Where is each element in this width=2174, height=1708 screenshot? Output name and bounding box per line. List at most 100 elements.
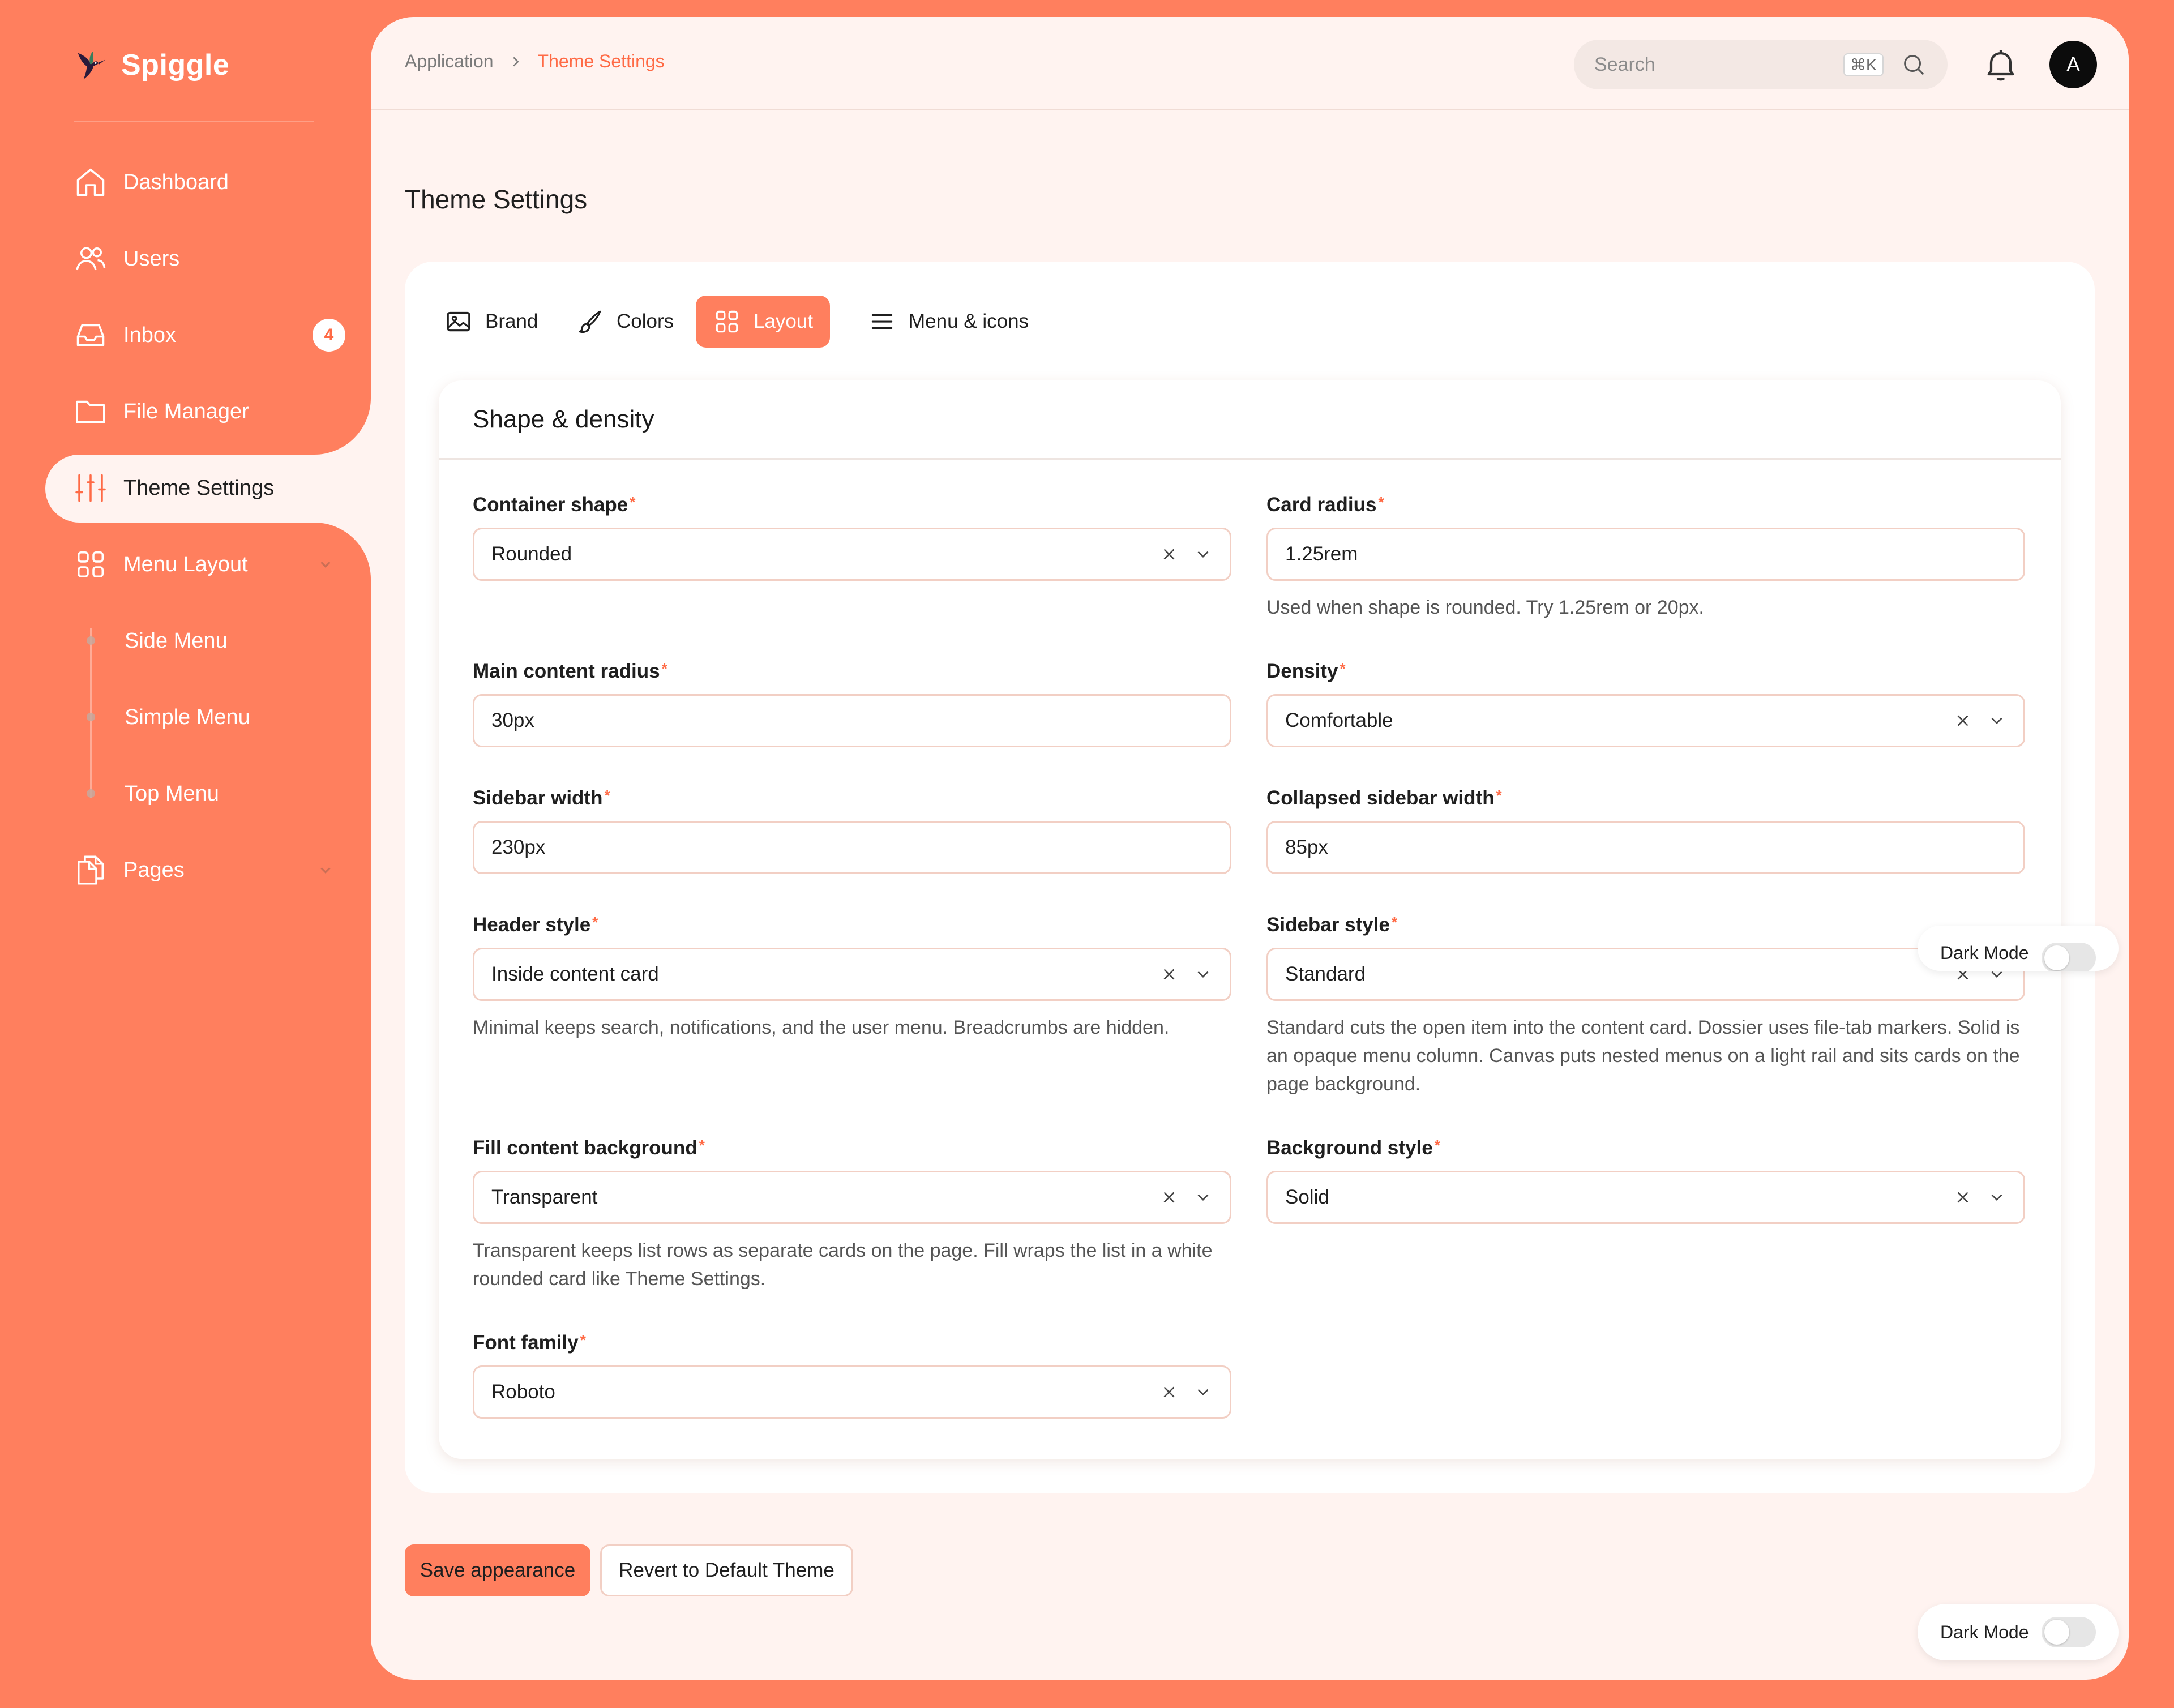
search-input[interactable] bbox=[1594, 53, 1843, 76]
users-icon bbox=[74, 242, 108, 276]
density-select[interactable]: Comfortable bbox=[1266, 694, 2025, 747]
required-marker: * bbox=[592, 914, 598, 931]
brush-icon bbox=[579, 310, 601, 333]
sidebar-style-label: Sidebar style bbox=[1266, 914, 1390, 936]
chevron-down-icon[interactable] bbox=[317, 556, 334, 573]
select-value: Roboto bbox=[491, 1381, 555, 1403]
main-content-radius-label: Main content radius bbox=[473, 660, 660, 682]
required-marker: * bbox=[699, 1137, 705, 1154]
section-title: Shape & density bbox=[439, 380, 2061, 460]
dark-mode-label: Dark Mode bbox=[1940, 1621, 2029, 1642]
card-radius-help: Used when shape is rounded. Try 1.25rem … bbox=[1266, 597, 1704, 618]
clear-icon[interactable] bbox=[1159, 545, 1179, 564]
clear-icon[interactable] bbox=[1953, 1188, 1972, 1207]
font-family-label: Font family bbox=[473, 1332, 579, 1354]
fill-content-background-select[interactable]: Transparent bbox=[473, 1171, 1231, 1224]
clear-icon[interactable] bbox=[1159, 1188, 1179, 1207]
clear-icon[interactable] bbox=[1159, 965, 1179, 984]
sidebar-width-label: Sidebar width bbox=[473, 787, 603, 809]
search-shortcut-badge: ⌘K bbox=[1843, 53, 1884, 76]
required-marker: * bbox=[580, 1332, 586, 1349]
save-appearance-button[interactable]: Save appearance bbox=[405, 1544, 590, 1596]
container-shape-select[interactable]: Rounded bbox=[473, 528, 1231, 581]
select-value: Transparent bbox=[491, 1186, 598, 1208]
clear-icon[interactable] bbox=[1953, 711, 1972, 730]
required-marker: * bbox=[1378, 494, 1384, 511]
chevron-down-icon[interactable] bbox=[1193, 1188, 1213, 1207]
breadcrumb-root[interactable]: Application bbox=[405, 51, 494, 72]
header-style-label: Header style bbox=[473, 914, 591, 936]
tab-colors[interactable]: Colors bbox=[559, 296, 691, 348]
chevron-down-icon[interactable] bbox=[1987, 1188, 2006, 1207]
header-style-field: Header style * Inside content card Minima… bbox=[473, 914, 1231, 1042]
search-icon[interactable] bbox=[1901, 52, 1927, 78]
sidebar-style-help: Standard cuts the open item into the con… bbox=[1266, 1017, 2020, 1095]
tab-label: Menu & icons bbox=[909, 310, 1029, 332]
chevron-down-icon[interactable] bbox=[1987, 711, 2006, 730]
sidebar-style-select[interactable]: Standard bbox=[1266, 948, 2025, 1001]
header-style-help: Minimal keeps search, notifications, and… bbox=[473, 1017, 1170, 1038]
inbox-icon bbox=[74, 318, 108, 352]
main-content-radius-input[interactable]: 30px bbox=[473, 694, 1231, 747]
submenu-dot bbox=[87, 789, 95, 798]
clear-icon[interactable] bbox=[1159, 1382, 1179, 1402]
main-content-radius-field: Main content radius * 30px bbox=[473, 660, 1231, 747]
input-value: 85px bbox=[1285, 836, 1328, 858]
tab-label: Layout bbox=[754, 310, 814, 332]
fill-content-background-help: Transparent keeps list rows as separate … bbox=[473, 1240, 1213, 1290]
font-family-select[interactable]: Roboto bbox=[473, 1365, 1231, 1419]
brand-divider bbox=[74, 121, 314, 122]
tab-layout[interactable]: Layout bbox=[696, 296, 831, 348]
dark-mode-switch[interactable] bbox=[2042, 943, 2096, 971]
tab-brand[interactable]: Brand bbox=[427, 296, 555, 348]
sidebar-item-menu-layout[interactable]: Menu Layout bbox=[74, 539, 345, 590]
collapsed-sidebar-width-label: Collapsed sidebar width bbox=[1266, 787, 1495, 809]
card-radius-label: Card radius bbox=[1266, 494, 1377, 516]
dark-mode-toggle[interactable]: Dark Mode bbox=[1918, 1604, 2119, 1660]
tab-menu-icons[interactable]: Menu & icons bbox=[851, 296, 1046, 348]
sidebar-item-theme-settings[interactable]: Theme Settings bbox=[74, 463, 345, 513]
select-value: Rounded bbox=[491, 543, 572, 565]
select-value: Standard bbox=[1285, 963, 1366, 985]
bell-icon[interactable] bbox=[1982, 45, 2020, 84]
background-style-field: Background style * Solid bbox=[1266, 1137, 2025, 1224]
font-family-field: Font family * Roboto bbox=[473, 1332, 1231, 1419]
submenu-item-side-menu[interactable]: Side Menu bbox=[125, 618, 228, 663]
input-value: 1.25rem bbox=[1285, 543, 1358, 565]
brand[interactable]: Spiggle bbox=[74, 45, 229, 85]
sidebar-item-dashboard[interactable]: Dashboard bbox=[74, 157, 345, 208]
main-content: Application Theme Settings ⌘K A Theme Se… bbox=[371, 17, 2129, 1680]
dark-mode-toggle-ghost[interactable]: Dark Mode bbox=[1918, 926, 2119, 971]
hummingbird-logo-icon bbox=[78, 50, 106, 80]
container-shape-field: Container shape * Rounded bbox=[473, 494, 1231, 581]
card-radius-input[interactable]: 1.25rem bbox=[1266, 528, 2025, 581]
search-bar[interactable]: ⌘K bbox=[1574, 40, 1948, 89]
chevron-down-icon[interactable] bbox=[1193, 1382, 1213, 1402]
home-icon bbox=[74, 165, 108, 199]
background-style-label: Background style bbox=[1266, 1137, 1433, 1159]
sidebar-item-users[interactable]: Users bbox=[74, 233, 345, 284]
header-style-select[interactable]: Inside content card bbox=[473, 948, 1231, 1001]
collapsed-sidebar-width-input[interactable]: 85px bbox=[1266, 821, 2025, 874]
sidebar: Spiggle Dashboard Users Inbox 4 File Man… bbox=[0, 0, 371, 1708]
background-style-select[interactable]: Solid bbox=[1266, 1171, 2025, 1224]
chevron-down-icon[interactable] bbox=[1193, 545, 1213, 564]
sidebar-width-field: Sidebar width * 230px bbox=[473, 787, 1231, 874]
avatar[interactable]: A bbox=[2049, 41, 2097, 88]
pages-icon bbox=[74, 853, 108, 887]
sidebar-item-file-manager[interactable]: File Manager bbox=[74, 386, 345, 437]
sidebar-item-inbox[interactable]: Inbox 4 bbox=[74, 310, 345, 361]
revert-default-theme-button[interactable]: Revert to Default Theme bbox=[600, 1544, 853, 1596]
tab-label: Colors bbox=[617, 310, 674, 332]
page-title: Theme Settings bbox=[405, 185, 588, 214]
breadcrumb-current: Theme Settings bbox=[537, 51, 665, 71]
chevron-down-icon[interactable] bbox=[1193, 965, 1213, 984]
submenu-item-top-menu[interactable]: Top Menu bbox=[125, 771, 219, 816]
sidebar-width-input[interactable]: 230px bbox=[473, 821, 1231, 874]
chevron-down-icon[interactable] bbox=[317, 862, 334, 879]
dark-mode-switch[interactable] bbox=[2042, 1617, 2096, 1647]
submenu-item-simple-menu[interactable]: Simple Menu bbox=[125, 695, 250, 740]
sidebar-item-pages[interactable]: Pages bbox=[74, 845, 345, 896]
container-shape-label: Container shape bbox=[473, 494, 628, 516]
sidebar-item-label: Dashboard bbox=[123, 170, 229, 194]
